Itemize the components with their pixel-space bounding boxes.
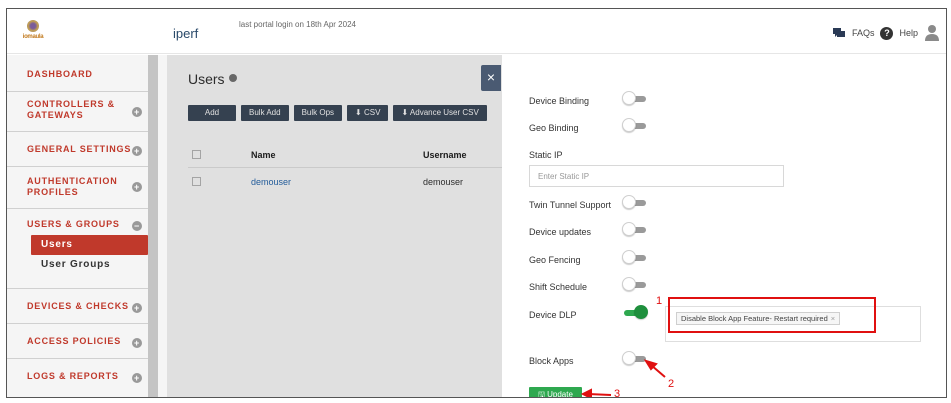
users-page: Users Add Bulk Add Bulk Ops ⬇ CSV ⬇ Adva… <box>167 55 502 397</box>
expand-plus-icon[interactable]: + <box>132 303 142 313</box>
sidebar-item-label: ACCESS POLICIES <box>27 336 122 346</box>
app-window: iomaula iperf last portal login on 18th … <box>6 8 947 398</box>
expand-plus-icon[interactable]: + <box>132 182 142 192</box>
sidebar-item-label: DEVICES & CHECKS <box>27 301 129 311</box>
annotation-arrows <box>580 359 666 397</box>
faqs-link[interactable]: FAQs <box>852 28 875 38</box>
sidebar: DASHBOARD CONTROLLERS & GATEWAYS + GENER… <box>7 55 167 397</box>
sidebar-item-devices-checks[interactable]: DEVICES & CHECKS + <box>7 289 148 324</box>
edit-user-panel: Device Binding Geo Binding Static IP Twi… <box>502 55 946 397</box>
last-login-text: last portal login on 18th Apr 2024 <box>239 20 356 29</box>
header-actions: FAQs ? Help <box>832 24 940 42</box>
sidebar-item-authentication-profiles[interactable]: AUTHENTICATION PROFILES + <box>7 167 148 209</box>
logo-icon <box>27 20 39 32</box>
sidebar-subitem-user-groups[interactable]: User Groups <box>7 255 148 275</box>
sidebar-item-dashboard[interactable]: DASHBOARD <box>7 55 148 92</box>
modal-overlay <box>167 55 502 397</box>
sidebar-item-controllers-gateways[interactable]: CONTROLLERS & GATEWAYS + <box>7 92 148 132</box>
expand-plus-icon[interactable]: + <box>132 146 142 156</box>
sidebar-subitem-users[interactable]: Users <box>31 235 148 255</box>
close-panel-button[interactable]: × <box>481 65 501 91</box>
top-bar: iomaula iperf last portal login on 18th … <box>7 9 946 54</box>
logo-text: iomaula <box>22 34 44 40</box>
user-avatar-icon[interactable] <box>924 24 940 42</box>
logo[interactable]: iomaula <box>21 20 45 44</box>
sidebar-item-label: GENERAL SETTINGS <box>27 144 132 154</box>
faqs-chat-icon[interactable] <box>832 26 846 40</box>
sidebar-nav: DASHBOARD CONTROLLERS & GATEWAYS + GENER… <box>7 55 148 394</box>
collapse-minus-icon[interactable]: − <box>132 221 142 231</box>
sidebar-item-logs-reports[interactable]: LOGS & REPORTS + <box>7 359 148 394</box>
sidebar-item-users-groups[interactable]: USERS & GROUPS − Users User Groups <box>7 209 148 289</box>
expand-plus-icon[interactable]: + <box>132 373 142 383</box>
sidebar-item-access-policies[interactable]: ACCESS POLICIES + <box>7 324 148 359</box>
annotation-arrowhead-3 <box>580 388 592 397</box>
sidebar-scrollbar[interactable] <box>148 55 158 397</box>
sidebar-item-label: CONTROLLERS & GATEWAYS <box>27 99 115 120</box>
app-title: iperf <box>173 26 199 41</box>
sidebar-item-general-settings[interactable]: GENERAL SETTINGS + <box>7 132 148 167</box>
help-icon[interactable]: ? <box>880 26 894 40</box>
sidebar-item-label: LOGS & REPORTS <box>27 371 119 381</box>
help-link[interactable]: Help <box>899 28 918 38</box>
sidebar-item-label: DASHBOARD <box>27 69 93 79</box>
expand-plus-icon[interactable]: + <box>132 338 142 348</box>
expand-plus-icon[interactable]: + <box>132 107 142 117</box>
sidebar-item-label: USERS & GROUPS <box>27 219 120 229</box>
sidebar-item-label: AUTHENTICATION PROFILES <box>27 176 118 197</box>
